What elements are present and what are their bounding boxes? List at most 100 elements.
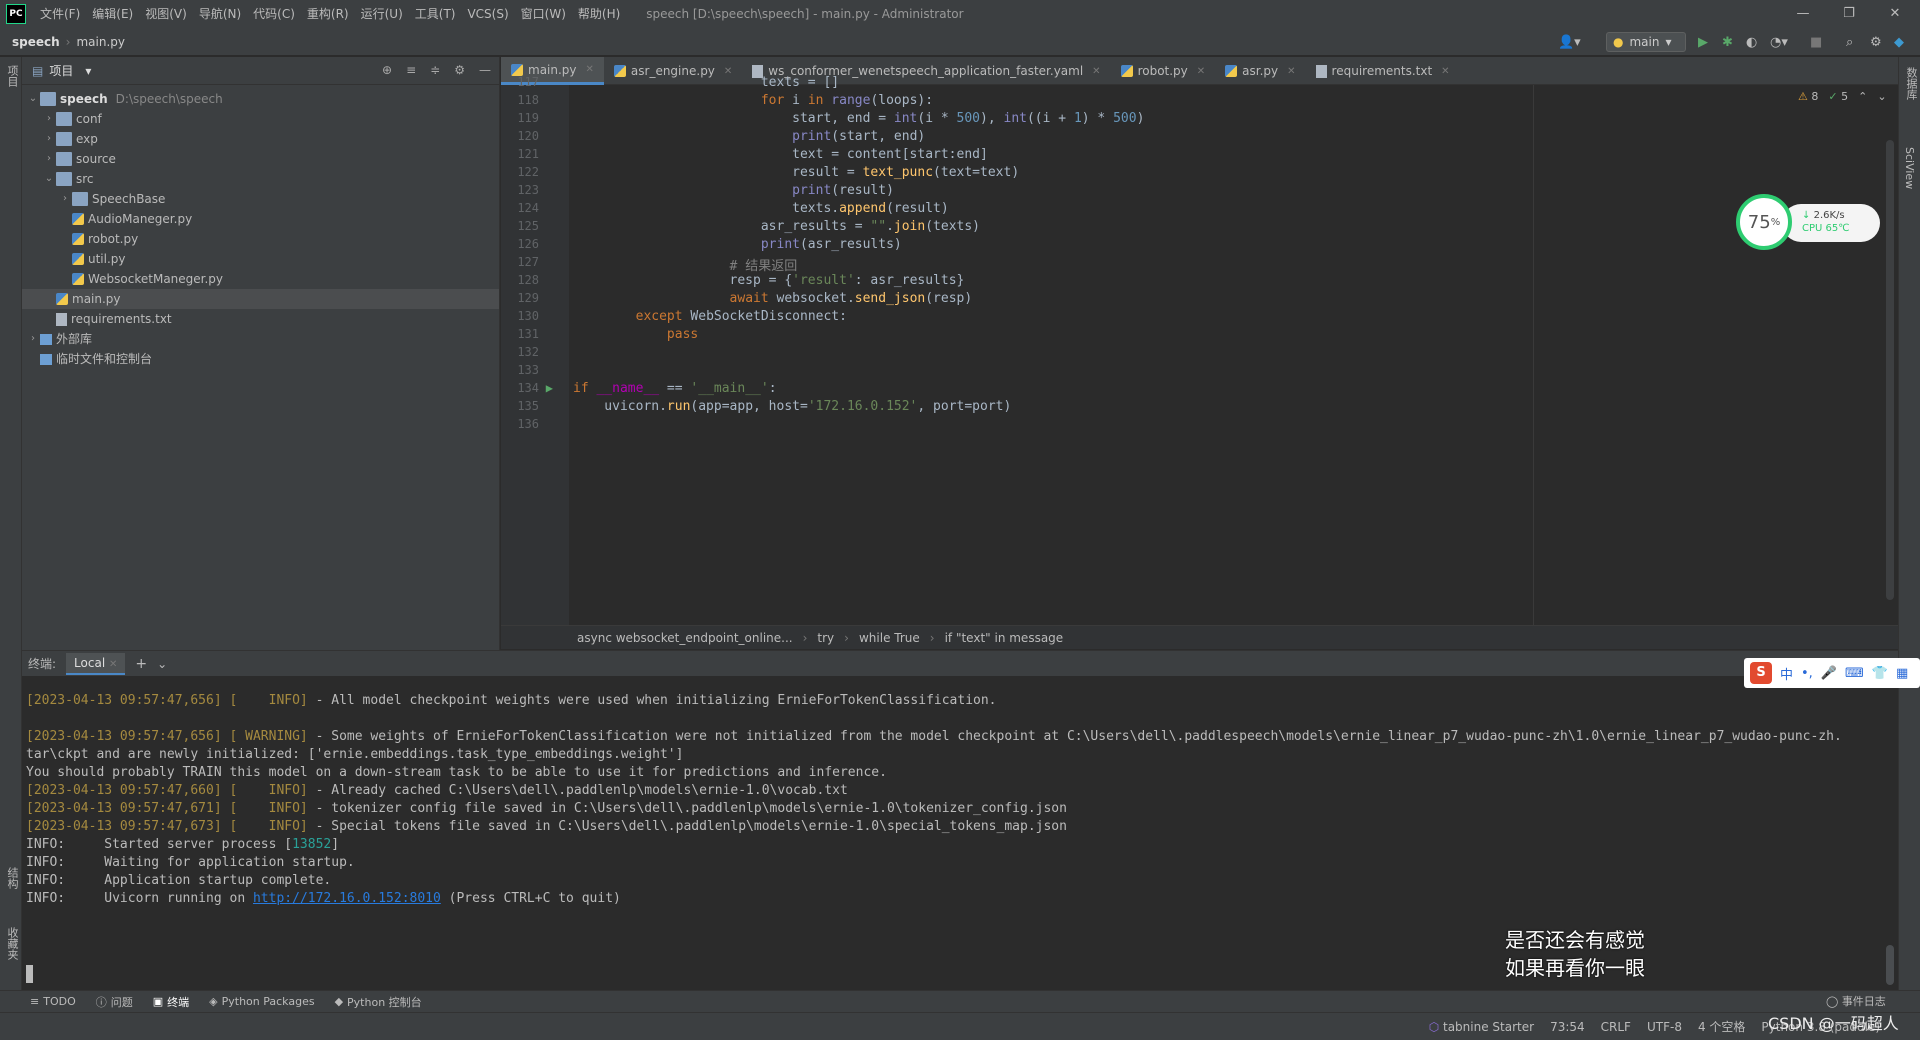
locate-icon[interactable]: ⊕ (382, 63, 392, 77)
indent-setting[interactable]: 4 个空格 (1698, 1018, 1745, 1035)
chevron-right-icon[interactable]: › (42, 109, 56, 129)
run-config-selector[interactable]: ● main ▾ (1606, 32, 1686, 52)
inspection-widget[interactable]: ⚠ 8 ✓ 5 ⌃ ⌄ (1798, 90, 1887, 103)
close-icon[interactable]: ✕ (586, 64, 594, 75)
file-encoding[interactable]: UTF-8 (1647, 1020, 1682, 1034)
keyboard-icon[interactable]: ⌨ (1845, 666, 1864, 681)
database-tool-tab[interactable]: 数据库 (1903, 67, 1919, 100)
menu-item[interactable]: 工具(T) (409, 0, 462, 28)
gear-icon[interactable]: ⚙ (1870, 32, 1882, 52)
run-gutter-icon[interactable]: ▶ (541, 381, 553, 395)
terminal-tab-local[interactable]: Local ✕ (66, 652, 126, 675)
todo-tab[interactable]: ≡ TODO (30, 995, 76, 1008)
coverage-icon[interactable]: ◐ (1746, 32, 1757, 52)
chevron-right-icon[interactable]: › (58, 189, 72, 209)
tree-node[interactable]: main.py (22, 289, 499, 309)
chevron-right-icon[interactable]: › (26, 329, 40, 349)
close-icon[interactable]: ✕ (109, 659, 117, 670)
sciview-tool-tab[interactable]: SciView (1903, 147, 1916, 189)
close-icon[interactable]: ✕ (1287, 66, 1295, 77)
chevron-down-icon[interactable]: ▾ (85, 64, 91, 78)
tree-node[interactable]: util.py (22, 249, 499, 269)
tree-node[interactable]: requirements.txt (22, 309, 499, 329)
menu-item[interactable]: 窗口(W) (515, 0, 572, 28)
nav-file[interactable]: main.py (76, 35, 125, 49)
add-terminal-icon[interactable]: + (135, 656, 147, 672)
run-icon[interactable]: ▶ (1698, 32, 1708, 52)
menu-item[interactable]: 运行(U) (355, 0, 409, 28)
chevron-down-icon[interactable]: ⌄ (157, 657, 167, 671)
nav-project[interactable]: speech (12, 35, 60, 49)
close-icon[interactable]: ✕ (1872, 0, 1918, 28)
breadcrumb-item[interactable]: if "text" in message (945, 631, 1064, 645)
menu-item[interactable]: 导航(N) (193, 0, 247, 28)
tree-node[interactable]: robot.py (22, 229, 499, 249)
chevron-right-icon[interactable]: › (42, 129, 56, 149)
tree-node[interactable]: ⌄ src (22, 169, 499, 189)
tree-node[interactable]: AudioManeger.py (22, 209, 499, 229)
tree-node[interactable]: › SpeechBase (22, 189, 499, 209)
close-icon[interactable]: ✕ (1441, 66, 1449, 77)
search-icon[interactable]: ⌕ (1846, 32, 1853, 52)
user-icon[interactable]: 👤▾ (1558, 32, 1581, 52)
tabnine-status[interactable]: ⬡ tabnine Starter (1429, 1020, 1534, 1034)
skin-icon[interactable]: 👕 (1872, 666, 1888, 681)
ime-punctuation[interactable]: •, (1801, 666, 1813, 681)
event-log-button[interactable]: ◯ 事件日志 (1826, 993, 1886, 1009)
ime-chinese-mode[interactable]: 中 (1780, 664, 1793, 683)
stop-icon[interactable]: ■ (1810, 32, 1822, 52)
tree-node[interactable]: › conf (22, 109, 499, 129)
tree-node[interactable]: WebsocketManeger.py (22, 269, 499, 289)
breadcrumb-item[interactable]: async websocket_endpoint_online... (577, 631, 793, 645)
chevron-down-icon[interactable]: ⌄ (26, 89, 40, 109)
project-panel-title[interactable]: 项目 (49, 62, 73, 79)
caret-position[interactable]: 73:54 (1550, 1020, 1585, 1034)
chevron-right-icon[interactable]: › (42, 149, 56, 169)
chevron-up-icon[interactable]: ⌃ (1858, 90, 1867, 103)
collapse-all-icon[interactable]: ≑ (430, 63, 440, 77)
tree-node[interactable]: ⌄ speech D:\speech\speech (22, 89, 499, 109)
tree-node[interactable]: 临时文件和控制台 (22, 349, 499, 369)
tree-node[interactable]: › exp (22, 129, 499, 149)
menu-item[interactable]: 文件(F) (34, 0, 86, 28)
menu-item[interactable]: 帮助(H) (572, 0, 626, 28)
microphone-icon[interactable]: 🎤 (1821, 666, 1837, 681)
structure-tool-tab[interactable]: 结构 (4, 867, 20, 889)
breadcrumb-item[interactable]: try (817, 631, 834, 645)
python-console-tab[interactable]: ◆ Python 控制台 (335, 994, 422, 1010)
menu-item[interactable]: 视图(V) (139, 0, 193, 28)
minimize-icon[interactable]: — (1780, 0, 1826, 28)
chevron-down-icon[interactable]: ⌄ (1877, 90, 1886, 103)
chevron-down-icon[interactable]: ⌄ (42, 169, 56, 189)
tree-node[interactable]: › source (22, 149, 499, 169)
menu-item[interactable]: 代码(C) (247, 0, 301, 28)
close-icon[interactable]: ✕ (1092, 66, 1100, 77)
favorites-tool-tab[interactable]: 收藏夹 (4, 927, 20, 960)
project-tool-tab[interactable]: 项目 (4, 65, 20, 87)
close-icon[interactable]: ✕ (1197, 66, 1205, 77)
menu-item[interactable]: 编辑(E) (86, 0, 139, 28)
gear-icon[interactable]: ⚙ (454, 63, 465, 77)
expand-all-icon[interactable]: ≡ (406, 63, 416, 77)
tree-node[interactable]: › 外部库 (22, 329, 499, 349)
terminal-tab[interactable]: ▣ 终端 (153, 994, 189, 1010)
maximize-icon[interactable]: ❐ (1826, 0, 1872, 28)
code-editor[interactable]: texts = [] for i in range(loops): start,… (569, 75, 1533, 625)
breadcrumb-item[interactable]: while True (859, 631, 920, 645)
menu-item[interactable]: VCS(S) (461, 0, 514, 28)
editor-tab[interactable]: asr.py ✕ (1215, 57, 1305, 85)
debug-icon[interactable]: ✱ (1722, 32, 1733, 52)
problems-tab[interactable]: ⓘ 问题 (96, 994, 133, 1010)
profile-icon[interactable]: ◔▾ (1770, 32, 1788, 52)
editor-scrollbar[interactable] (1886, 140, 1894, 600)
system-monitor-widget[interactable]: ↓ 2.6K/s CPU 65℃ 75% (1736, 188, 1884, 252)
editor-tab[interactable]: robot.py ✕ (1111, 57, 1216, 85)
toolbox-icon[interactable]: ▦ (1896, 666, 1908, 681)
editor-tab[interactable]: requirements.txt ✕ (1306, 57, 1460, 85)
line-separator[interactable]: CRLF (1601, 1020, 1631, 1034)
ime-toolbar[interactable]: S 中 •, 🎤 ⌨ 👕 ▦ (1744, 658, 1920, 688)
menu-item[interactable]: 重构(R) (301, 0, 355, 28)
terminal-scrollbar[interactable] (1886, 945, 1894, 985)
python-packages-tab[interactable]: ◈ Python Packages (209, 995, 314, 1008)
hide-icon[interactable]: — (479, 63, 491, 77)
